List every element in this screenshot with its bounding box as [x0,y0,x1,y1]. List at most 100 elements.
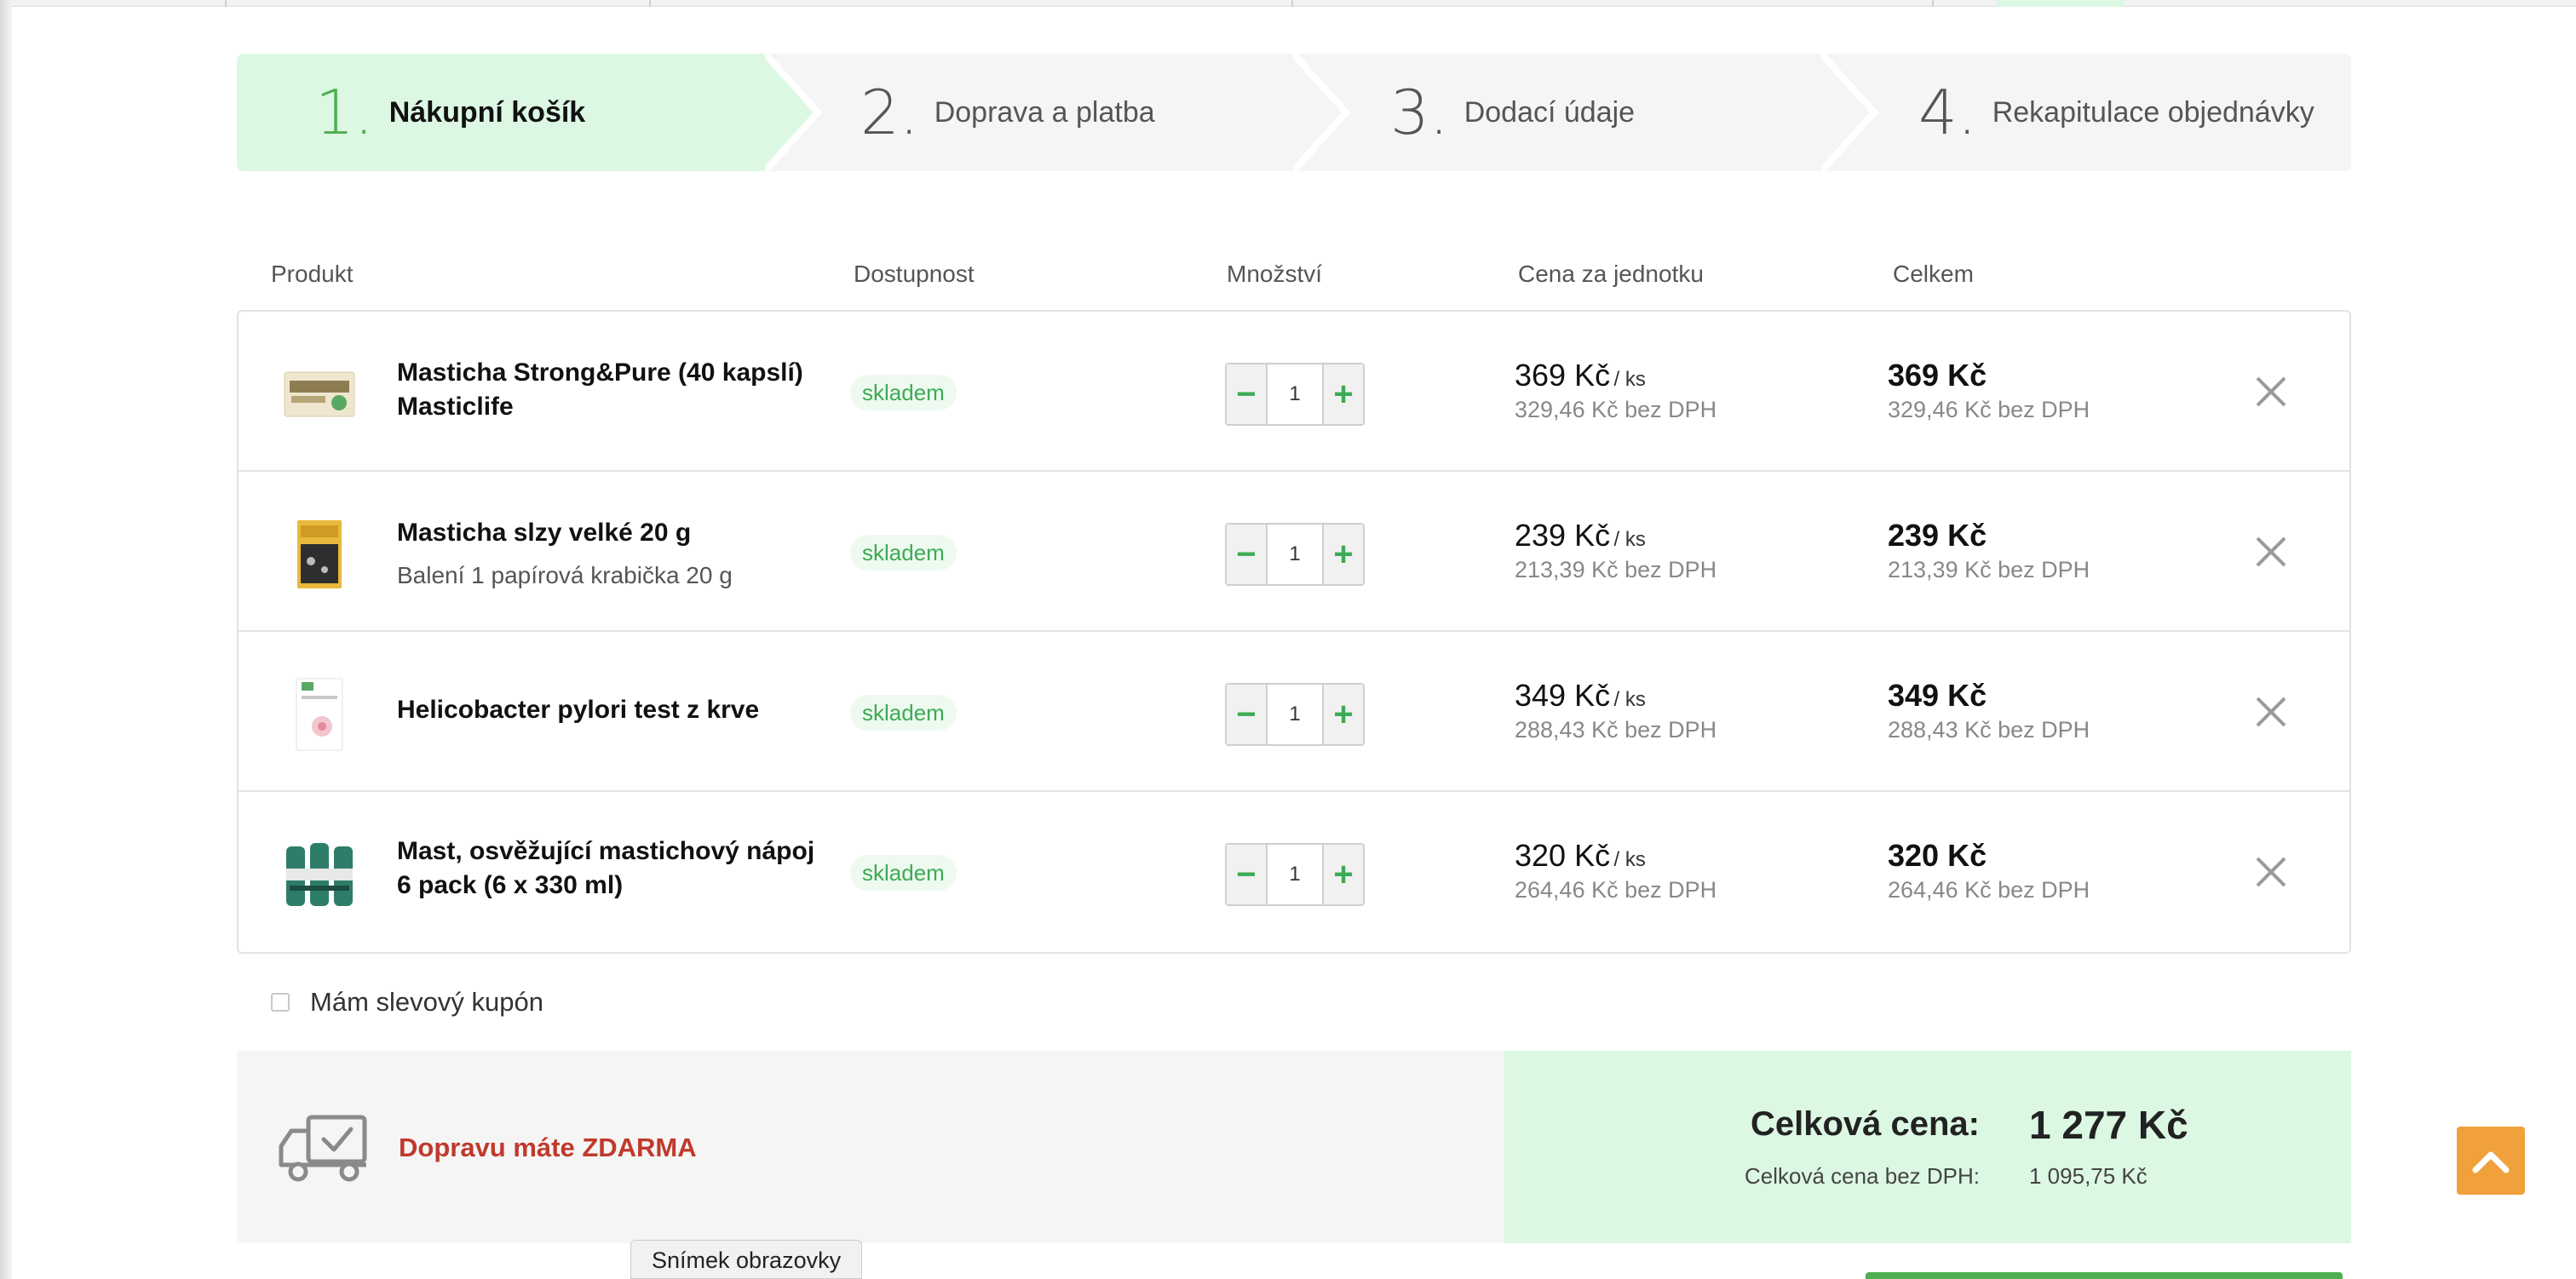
step-order-summary[interactable]: 4. Rekapitulace objednávky [1821,54,2351,171]
free-shipping-text: Dopravu máte ZDARMA [399,1133,697,1162]
total-price-label: Celková cena: [1750,1105,1980,1143]
total-value: 349 Kč [1888,678,1987,713]
quantity-input[interactable]: 1 [1266,525,1324,584]
product-name[interactable]: Masticha Strong&Pure (40 kapslí) Masticl… [397,356,823,424]
line-total: 349 Kč 288,43 Kč bez DPH [1888,678,2090,743]
step-shipping-payment[interactable]: 2. Doprava a platba [765,54,1293,171]
price-unit: / ks [1613,368,1646,391]
step-number: 4. [1918,77,1977,148]
plus-icon: + [1333,695,1354,733]
price-net: 213,39 Kč bez DPH [1515,557,1717,582]
line-total: 239 Kč 213,39 Kč bez DPH [1888,518,2090,583]
stock-badge: skladem [850,695,957,731]
quantity-stepper: − 1 + [1225,363,1365,426]
line-total: 320 Kč 264,46 Kč bez DPH [1888,838,2090,903]
quantity-input[interactable]: 1 [1266,364,1324,424]
header-unit-price: Cena za jednotku [1518,261,1704,287]
table-row: Masticha slzy velké 20 g Balení 1 papíro… [239,472,2349,632]
product-image[interactable] [283,678,356,751]
unit-price: 369 Kč / ks 329,46 Kč bez DPH [1515,358,1716,423]
product-image[interactable] [283,838,356,911]
product-name[interactable]: Mast, osvěžující mastichový nápoj 6 pack… [397,835,823,903]
total-net-label: Celková cena bez DPH: [1744,1163,1980,1189]
header-quantity: Množství [1227,261,1323,287]
table-row: Mast, osvěžující mastichový nápoj 6 pack… [239,792,2349,952]
step-label: Rekapitulace objednávky [1992,95,2314,129]
unit-price: 320 Kč / ks 264,46 Kč bez DPH [1515,838,1716,903]
line-total: 369 Kč 329,46 Kč bez DPH [1888,358,2090,423]
price-net: 264,46 Kč bez DPH [1515,877,1717,903]
step-separator [1293,54,1351,171]
total-net: 213,39 Kč bez DPH [1888,557,2090,582]
quantity-stepper: − 1 + [1225,523,1365,586]
quantity-input[interactable]: 1 [1266,845,1324,904]
unit-price: 349 Kč / ks 288,43 Kč bez DPH [1515,678,1716,743]
header-product: Produkt [271,261,354,287]
product-image[interactable] [283,518,356,591]
header-availability: Dostupnost [854,261,975,287]
step-delivery-details[interactable]: 3. Dodací údaje [1293,54,1821,171]
close-icon[interactable] [2252,693,2290,731]
price-net: 329,46 Kč bez DPH [1515,397,1717,422]
price-unit: / ks [1613,848,1646,871]
price-unit: / ks [1613,688,1646,711]
browser-top-strip [12,0,2576,7]
total-value: 239 Kč [1888,518,1987,553]
minus-icon: − [1236,695,1256,733]
step-label: Dodací údaje [1463,95,1636,129]
increase-button[interactable]: + [1324,525,1363,584]
stock-badge: skladem [850,855,957,891]
price-value: 320 Kč [1515,838,1611,873]
step-label: Doprava a platba [934,95,1155,129]
stock-badge: skladem [850,535,957,571]
header-total: Celkem [1893,261,1974,287]
checkout-steps: 1. Nákupní košík 2. Doprava a platba 3. … [237,54,2351,171]
step-separator [1821,54,1879,171]
shipping-info: Dopravu máte ZDARMA [237,1051,1504,1243]
minus-icon: − [1236,855,1256,893]
quantity-stepper: − 1 + [1225,843,1365,906]
minus-icon: − [1236,375,1256,413]
coupon-toggle[interactable]: Mám slevový kupón [271,987,543,1018]
bottom-button-edge [1866,1272,2343,1279]
increase-button[interactable]: + [1324,845,1363,904]
product-name[interactable]: Helicobacter pylori test z krve [397,693,823,727]
step-number: 3. [1390,77,1449,148]
step-number: 2. [860,77,919,148]
total-value: 320 Kč [1888,838,1987,873]
total-net: 288,43 Kč bez DPH [1888,717,2090,743]
price-net: 288,43 Kč bez DPH [1515,717,1717,743]
coupon-label[interactable]: Mám slevový kupón [310,987,543,1018]
plus-icon: + [1333,855,1354,893]
coupon-checkbox[interactable] [271,993,290,1012]
plus-icon: + [1333,535,1354,573]
decrease-button[interactable]: − [1227,525,1266,584]
increase-button[interactable]: + [1324,364,1363,424]
close-icon[interactable] [2252,373,2290,410]
step-number: 1. [315,77,374,148]
total-value: 369 Kč [1888,358,1987,393]
step-separator [765,54,823,171]
decrease-button[interactable]: − [1227,845,1266,904]
product-name[interactable]: Masticha slzy velké 20 g Balení 1 papíro… [397,516,823,593]
quantity-input[interactable]: 1 [1266,685,1324,744]
close-icon[interactable] [2252,533,2290,571]
price-value: 239 Kč [1515,518,1611,553]
close-icon[interactable] [2252,853,2290,891]
product-image[interactable] [283,358,356,431]
table-row: Masticha Strong&Pure (40 kapslí) Masticl… [239,312,2349,472]
table-row: Helicobacter pylori test z krve skladem … [239,632,2349,792]
window-edge [0,0,12,1279]
price-value: 369 Kč [1515,358,1611,393]
total-price-value: 1 277 Kč [2029,1103,2188,1147]
decrease-button[interactable]: − [1227,364,1266,424]
step-cart[interactable]: 1. Nákupní košík [237,54,818,171]
scroll-top-button[interactable] [2457,1127,2525,1195]
product-variant: Balení 1 papírová krabička 20 g [397,562,733,588]
increase-button[interactable]: + [1324,685,1363,744]
price-value: 349 Kč [1515,678,1611,713]
decrease-button[interactable]: − [1227,685,1266,744]
unit-price: 239 Kč / ks 213,39 Kč bez DPH [1515,518,1716,583]
product-title[interactable]: Masticha slzy velké 20 g [397,519,691,547]
order-total-box: Celková cena: 1 277 Kč Celková cena bez … [1504,1051,2351,1243]
